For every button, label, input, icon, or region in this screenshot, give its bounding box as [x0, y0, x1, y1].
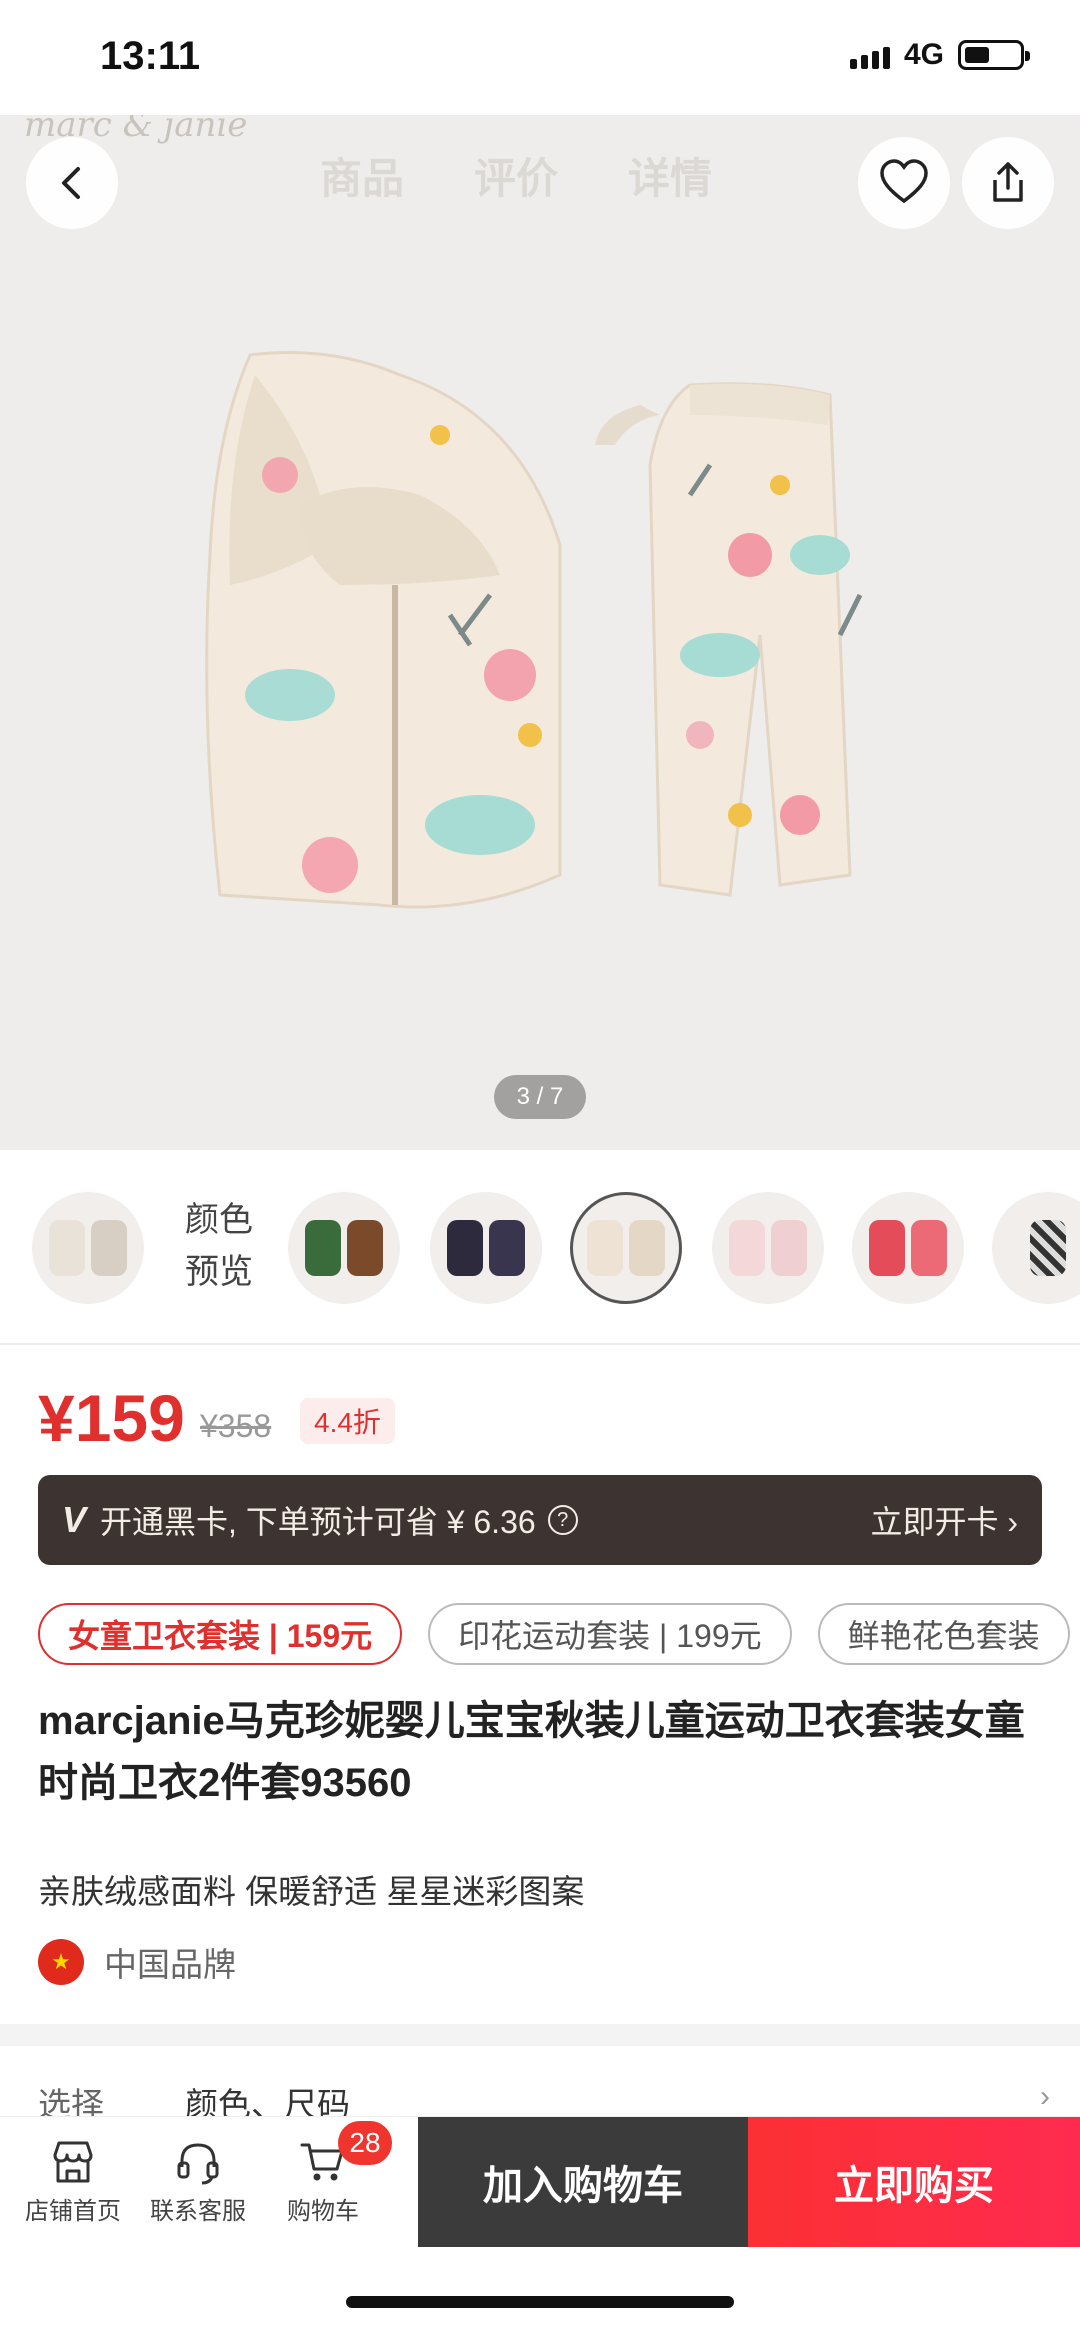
color-thumb-pink-light[interactable]: [712, 1192, 824, 1304]
discount-badge: 4.4折: [300, 1398, 395, 1444]
tab-reviews[interactable]: 评价: [474, 145, 558, 206]
buy-now-button[interactable]: 立即购买: [748, 2117, 1080, 2247]
thumb-swatch: [587, 1220, 623, 1276]
photo-counter: 3 / 7: [494, 1075, 586, 1119]
thumb-swatch: [1030, 1220, 1066, 1276]
black-card-text: 开通黑卡, 下单预计可省 ¥ 6.36: [100, 1504, 536, 1540]
color-thumb-cream-floral[interactable]: [570, 1192, 682, 1304]
heart-icon: [880, 159, 928, 204]
origin-label: 中国品牌: [104, 1946, 236, 1983]
top-tabs: 商品 评价 详情: [320, 145, 712, 206]
cart-button[interactable]: 购物车 28: [258, 2117, 392, 2247]
store-home-button[interactable]: 店铺首页: [8, 2117, 138, 2247]
color-thumb-green[interactable]: [288, 1192, 400, 1304]
thumb-swatch: [629, 1220, 665, 1276]
product-image-carousel[interactable]: marc & janie 商品 评价 详情 3 / 7: [0, 115, 1080, 1150]
thumb-swatch: [91, 1220, 127, 1276]
variant-chip[interactable]: 印花运动套装 | 199元: [428, 1603, 792, 1665]
help-icon[interactable]: ?: [547, 1505, 578, 1535]
original-price: ¥358: [200, 1408, 272, 1444]
product-subtitle: 亲肤绒感面料 保暖舒适 星星迷彩图案: [38, 1873, 585, 1910]
status-time: 13:11: [100, 34, 201, 78]
variant-chip-selected[interactable]: 女童卫衣套装 | 159元: [38, 1603, 403, 1665]
share-icon: [993, 162, 1023, 202]
thumb-swatch: [489, 1220, 525, 1276]
black-card-banner[interactable]: V 开通黑卡, 下单预计可省 ¥ 6.36 ? 立即开卡 ›: [38, 1475, 1042, 1565]
headset-icon: [177, 2142, 219, 2184]
thumb-swatch: [869, 1220, 905, 1276]
color-thumb-navy[interactable]: [430, 1192, 542, 1304]
open-card-link[interactable]: 立即开卡 ›: [870, 1497, 1018, 1543]
cart-label: 购物车: [287, 2197, 359, 2225]
brand-origin: ★ 中国品牌: [38, 1938, 236, 1986]
chevron-left-icon: [62, 167, 80, 199]
chevron-right-icon: ›: [1040, 2080, 1050, 2113]
bottom-action-bar: 店铺首页 联系客服 购物车 28 加入购物车 立即购买: [0, 2116, 1080, 2247]
product-photo: [205, 351, 863, 909]
network-label: 4G: [903, 38, 944, 71]
thumb-swatch: [771, 1220, 807, 1276]
color-preview-label: 颜色 预览: [185, 1194, 253, 1298]
color-preview-row: 颜色 预览: [0, 1150, 1080, 1345]
tab-product[interactable]: 商品: [320, 145, 404, 206]
color-thumb-beige-tag[interactable]: [32, 1192, 144, 1304]
share-button[interactable]: [962, 137, 1054, 229]
variant-chips: 女童卫衣套装 | 159元 印花运动套装 | 199元 鲜艳花色套装: [38, 1603, 1070, 1665]
back-button[interactable]: [26, 137, 118, 229]
china-flag-icon: ★: [38, 1939, 84, 1985]
preview-label-line1: 颜色: [185, 1201, 253, 1239]
section-divider: [0, 2024, 1080, 2046]
variant-chip[interactable]: 鲜艳花色套装: [817, 1603, 1070, 1665]
thumb-swatch: [305, 1220, 341, 1276]
service-label: 联系客服: [150, 2197, 246, 2225]
store-icon: [53, 2141, 93, 2182]
signal-icon: [849, 41, 890, 69]
status-indicators: 4G: [849, 38, 1030, 72]
battery-icon: [958, 40, 1030, 70]
color-thumb-red[interactable]: [852, 1192, 964, 1304]
favorite-button[interactable]: [858, 137, 950, 229]
thumb-swatch: [911, 1220, 947, 1276]
thumb-swatch: [49, 1220, 85, 1276]
thumb-swatch: [447, 1220, 483, 1276]
preview-label-line2: 预览: [185, 1253, 253, 1291]
add-to-cart-button[interactable]: 加入购物车: [418, 2117, 748, 2247]
customer-service-button[interactable]: 联系客服: [133, 2117, 263, 2247]
current-price: ¥159: [38, 1381, 185, 1455]
store-label: 店铺首页: [25, 2197, 121, 2225]
thumb-swatch: [729, 1220, 765, 1276]
vip-icon: V: [62, 1499, 87, 1540]
select-spec-row[interactable]: 选择 颜色、尺码 ›: [0, 2046, 1080, 2123]
cart-count-badge: 28: [338, 2121, 392, 2165]
product-title: marcjanie马克珍妮婴儿宝宝秋装儿童运动卫衣套装女童时尚卫衣2件套9356…: [38, 1699, 1025, 1805]
home-indicator: [346, 2296, 734, 2308]
status-bar: 13:11 4G: [0, 0, 1080, 115]
color-thumb-zebra[interactable]: [992, 1192, 1080, 1304]
thumb-swatch: [347, 1220, 383, 1276]
tab-details[interactable]: 详情: [628, 145, 712, 206]
